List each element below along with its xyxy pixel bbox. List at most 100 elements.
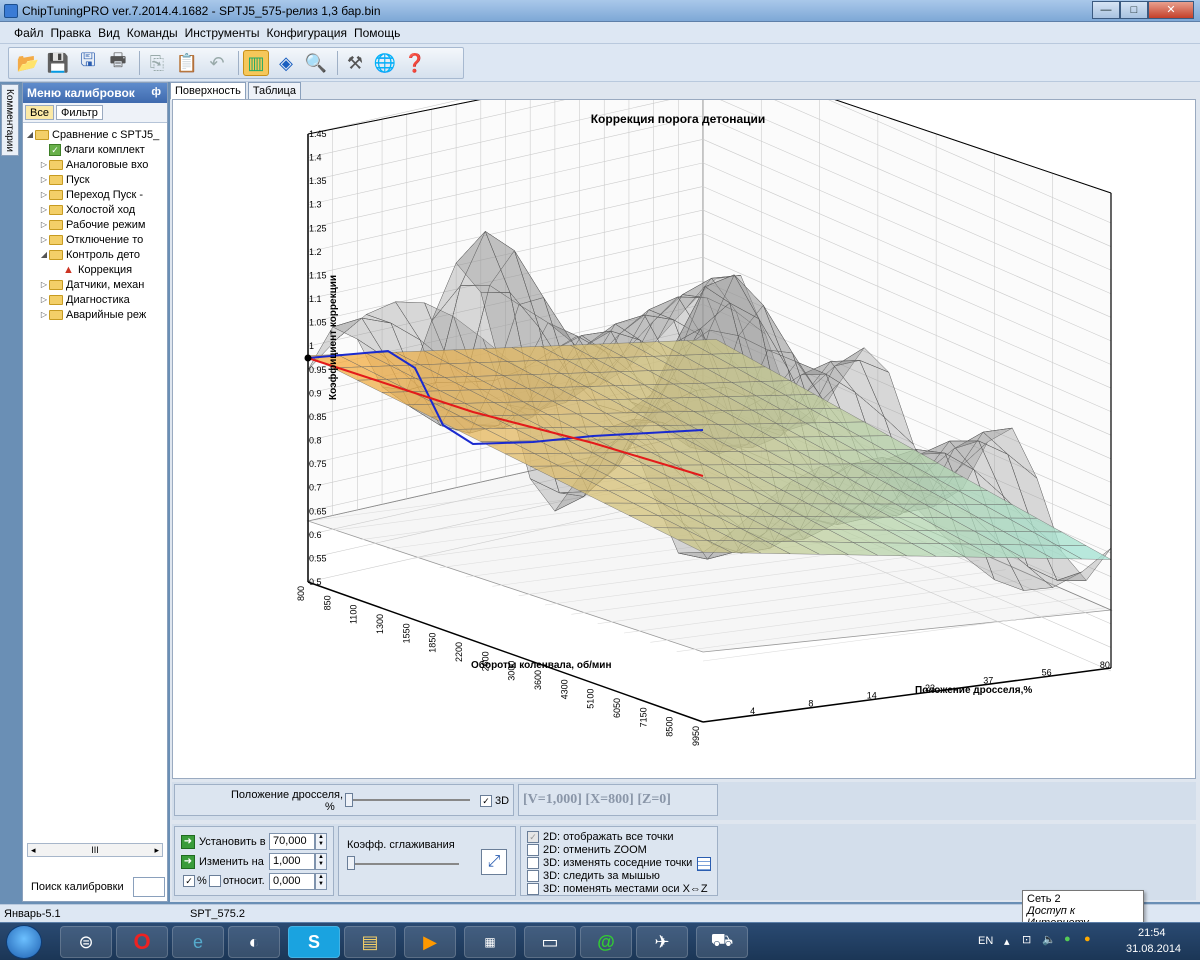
tools-icon[interactable]: ⚒ [342, 50, 368, 76]
tree-item[interactable]: ◢ Сравнение с SPTJ5_ [25, 127, 165, 142]
tab-surface[interactable]: Поверхность [170, 82, 246, 100]
cancel-zoom-checkbox[interactable] [527, 844, 539, 856]
scroll-left-icon[interactable]: ◂ [31, 845, 36, 856]
expand-arrow-icon[interactable]: ▷ [39, 295, 49, 304]
tab-table[interactable]: Таблица [247, 82, 301, 100]
tree-item[interactable]: ▷ Аварийные реж [25, 307, 165, 322]
tree-item[interactable]: ▷ Переход Пуск - [25, 187, 165, 202]
clock-time[interactable]: 21:54 [1138, 927, 1166, 939]
explorer-app-icon[interactable]: ▤ [344, 926, 396, 958]
tray-arrow-icon[interactable]: ▴ [1004, 935, 1010, 948]
relative-checkbox[interactable] [209, 875, 221, 887]
pin-icon[interactable]: ф [151, 86, 161, 98]
calibration-horizontal-scrollbar[interactable]: ◂ III ▸ [27, 843, 163, 857]
calibration-tab-all[interactable]: Все [25, 105, 54, 120]
menu-file[interactable]: Файл [14, 26, 44, 40]
monitor-app-icon[interactable]: ▭ [524, 926, 576, 958]
clock-date[interactable]: 31.08.2014 [1126, 943, 1181, 955]
relative-value-input[interactable]: 0,000 [269, 873, 315, 890]
surface-plot[interactable]: 1.45 1.4 1.35 1.3 1.25 1.2 1.15 1.1 1.05 1 0.95 0.9… [172, 44, 1196, 779]
network-tray-icon[interactable]: ⊡ [1022, 933, 1031, 946]
set-value-input[interactable]: 70,000 [269, 833, 315, 850]
scroll-thumb[interactable]: III [91, 845, 99, 855]
update-tray-icon[interactable]: ● [1084, 933, 1091, 945]
expand-arrow-icon[interactable]: ◢ [25, 130, 35, 139]
print-icon[interactable]: 🖶 [105, 50, 131, 76]
follow-mouse-checkbox[interactable] [527, 870, 539, 882]
menu-help[interactable]: Помощь [354, 26, 400, 40]
percent-checkbox[interactable]: ✓ [183, 875, 195, 887]
menu-commands[interactable]: Команды [127, 26, 178, 40]
plane-app-icon[interactable]: ✈ [636, 926, 688, 958]
tree-item[interactable]: ▷ Аналоговые вхо [25, 157, 165, 172]
tree-item[interactable]: ▲ Коррекция [25, 262, 165, 277]
mode-3d-checkbox[interactable]: ✓ [480, 795, 492, 807]
ie-app-icon[interactable]: e [172, 926, 224, 958]
tree-item[interactable]: ◢ Контроль дето [25, 247, 165, 262]
surface-chart[interactable]: 1.45 1.4 1.35 1.3 1.25 1.2 1.15 1.1 1.05 1 0.95 0.9… [173, 44, 1195, 778]
close-button[interactable]: ✕ [1148, 1, 1194, 19]
tree-item[interactable]: ▷ Диагностика [25, 292, 165, 307]
grid-icon[interactable] [697, 857, 711, 871]
expand-arrow-icon[interactable]: ▷ [39, 205, 49, 214]
open-icon[interactable]: 📂 [15, 50, 41, 76]
change-arrow-icon[interactable]: ➜ [181, 855, 195, 869]
set-value-spinner[interactable]: ▲ ▼ [315, 833, 327, 850]
throttle-slider-track[interactable] [345, 799, 470, 801]
minimize-button[interactable]: — [1092, 1, 1120, 19]
calibration-tab-filter[interactable]: Фильтр [55, 105, 103, 120]
swap-axes-checkbox[interactable] [527, 883, 539, 895]
calendar-app-icon[interactable]: ▦ [464, 926, 516, 958]
start-button[interactable] [6, 925, 42, 959]
expand-arrow-icon[interactable]: ▷ [39, 160, 49, 169]
undo-icon[interactable]: ↶ [204, 50, 230, 76]
opera-app-icon[interactable]: O [116, 926, 168, 958]
car-app-icon[interactable]: ⛟ [696, 926, 748, 958]
security-tray-icon[interactable]: ● [1064, 933, 1071, 945]
change-value-input[interactable]: 1,000 [269, 853, 315, 870]
mail-app-icon[interactable]: @ [580, 926, 632, 958]
diamond-icon[interactable]: ◈ [273, 50, 299, 76]
save-as-icon[interactable]: 🖫 [75, 50, 101, 76]
tree-item[interactable]: ▷ Холостой ход [25, 202, 165, 217]
language-indicator[interactable]: EN [978, 935, 993, 947]
skype-app-icon[interactable]: S [288, 926, 340, 958]
compare-icon[interactable]: ▥ [243, 50, 269, 76]
save-icon[interactable]: 💾 [45, 50, 71, 76]
arrows-app-icon[interactable]: ⊜ [60, 926, 112, 958]
player-app-icon[interactable]: ▶ [404, 926, 456, 958]
tree-item[interactable]: ▷ Рабочие режим [25, 217, 165, 232]
tree-item[interactable]: ▷ Отключение то [25, 232, 165, 247]
volume-tray-icon[interactable]: 🔈 [1042, 933, 1056, 946]
browser-app-icon[interactable]: ◐ [228, 926, 280, 958]
network-icon[interactable]: 🌐 [372, 50, 398, 76]
expand-arrow-icon[interactable]: ▷ [39, 175, 49, 184]
expand-arrow-icon[interactable]: ▷ [39, 310, 49, 319]
apply-smoothing-icon[interactable]: ⤢ [481, 849, 507, 875]
zoom-icon[interactable]: 🔍 [303, 50, 329, 76]
scroll-right-icon[interactable]: ▸ [154, 845, 159, 856]
copy-icon[interactable]: ⎘ [144, 50, 170, 76]
menu-edit[interactable]: Правка [51, 26, 92, 40]
tree-item[interactable]: ▷ Датчики, механ [25, 277, 165, 292]
menu-view[interactable]: Вид [98, 26, 120, 40]
expand-arrow-icon[interactable]: ▷ [39, 280, 49, 289]
relative-value-spinner[interactable]: ▲ ▼ [315, 873, 327, 890]
set-arrow-icon[interactable]: ➜ [181, 835, 195, 849]
help-icon[interactable]: ❓ [402, 50, 428, 76]
expand-arrow-icon[interactable]: ▷ [39, 190, 49, 199]
smoothing-slider-thumb[interactable] [347, 856, 355, 870]
paste-icon[interactable]: 📋 [174, 50, 200, 76]
throttle-slider-thumb[interactable] [345, 793, 353, 807]
smoothing-slider-track[interactable] [349, 863, 459, 865]
tree-item[interactable]: ▷ Пуск [25, 172, 165, 187]
menu-configuration[interactable]: Конфигурация [266, 26, 347, 40]
all-points-checkbox[interactable]: ✓ [527, 831, 539, 843]
menu-tools[interactable]: Инструменты [185, 26, 260, 40]
tree-item[interactable]: ✓ Флаги комплект [25, 142, 165, 157]
expand-arrow-icon[interactable]: ◢ [39, 250, 49, 259]
expand-arrow-icon[interactable]: ▷ [39, 235, 49, 244]
calibration-search-input[interactable] [133, 877, 165, 897]
maximize-button[interactable]: □ [1120, 1, 1148, 19]
neighbors-checkbox[interactable] [527, 857, 539, 869]
